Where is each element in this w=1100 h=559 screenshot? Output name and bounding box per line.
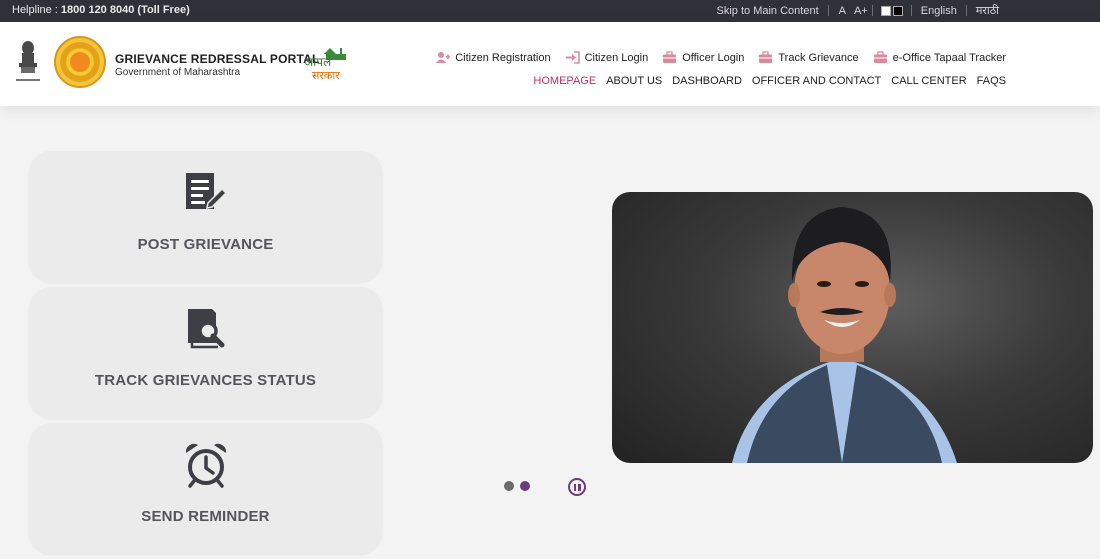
svg-text:सरकार: सरकार — [312, 69, 340, 82]
nav-faqs[interactable]: FAQS — [977, 75, 1006, 87]
citizen-login-label: Citizen Login — [584, 51, 649, 64]
nav-officer-and-contact[interactable]: OFFICER AND CONTACT — [752, 75, 881, 87]
send-reminder-card[interactable]: SEND REMINDER — [29, 423, 382, 554]
track-grievance-label: Track Grievance — [778, 51, 859, 64]
citizen-registration-link[interactable]: Citizen Registration — [435, 51, 551, 64]
track-grievance-link[interactable]: Track Grievance — [758, 51, 859, 64]
citizen-login-link[interactable]: Citizen Login — [565, 51, 649, 64]
login-icon — [565, 51, 580, 64]
language-english-link[interactable]: English — [912, 5, 966, 17]
contrast-white-button[interactable] — [880, 5, 891, 16]
pause-bar — [578, 483, 581, 491]
officer-login-label: Officer Login — [682, 51, 745, 64]
alarm-clock-icon — [182, 441, 230, 489]
nav-call-center[interactable]: CALL CENTER — [891, 75, 966, 87]
main-navigation: HOMEPAGE ABOUT US DASHBOARD OFFICER AND … — [533, 75, 1006, 87]
font-size-increase-button[interactable]: A+ — [850, 5, 872, 17]
helpline: Helpline : 1800 120 8040 (Toll Free) — [12, 4, 190, 16]
top-utility-bar: Helpline : 1800 120 8040 (Toll Free) Ski… — [0, 0, 1100, 22]
briefcase-icon — [873, 51, 887, 63]
post-grievance-card[interactable]: POST GRIEVANCE — [29, 151, 382, 282]
track-grievances-status-label: TRACK GRIEVANCES STATUS — [94, 372, 317, 389]
post-grievance-label: POST GRIEVANCE — [137, 236, 274, 253]
slider-dot-2[interactable] — [520, 481, 530, 491]
document-edit-icon — [182, 169, 230, 217]
portal-subtitle: Government of Maharashtra — [115, 67, 241, 78]
officer-login-link[interactable]: Officer Login — [662, 51, 744, 64]
helpline-label: Helpline : — [12, 4, 58, 16]
contrast-toggle — [873, 5, 911, 16]
nav-dashboard[interactable]: DASHBOARD — [672, 75, 742, 87]
portrait-image — [732, 207, 957, 463]
quick-links: Citizen Registration Citizen Login Offic… — [435, 51, 1006, 64]
briefcase-icon — [663, 51, 677, 63]
utility-links: Skip to Main Content A A+ English मराठी — [708, 3, 1008, 18]
nav-about-us[interactable]: ABOUT US — [606, 75, 662, 87]
citizen-registration-label: Citizen Registration — [455, 51, 551, 64]
hero-slide-image — [612, 192, 1093, 463]
send-reminder-label: SEND REMINDER — [141, 508, 270, 525]
nav-homepage[interactable]: HOMEPAGE — [533, 75, 596, 87]
slider-dots — [504, 481, 530, 491]
maharashtra-seal-logo — [54, 36, 106, 88]
pause-bar — [573, 483, 576, 491]
document-search-icon — [182, 305, 230, 353]
e-office-tapaal-tracker-label: e-Office Tapaal Tracker — [892, 51, 1006, 64]
track-grievances-status-card[interactable]: TRACK GRIEVANCES STATUS — [29, 287, 382, 418]
font-size-normal-button[interactable]: A — [829, 5, 850, 17]
language-marathi-link[interactable]: मराठी — [967, 3, 1008, 18]
contrast-black-button[interactable] — [892, 5, 903, 16]
helpline-number: 1800 120 8040 (Toll Free) — [60, 4, 190, 16]
slider-pause-button[interactable] — [568, 478, 586, 496]
national-emblem-icon — [13, 39, 43, 85]
user-plus-icon — [436, 52, 451, 63]
svg-text:आपले: आपले — [304, 55, 332, 69]
skip-to-main-link[interactable]: Skip to Main Content — [708, 5, 828, 17]
portal-title[interactable]: GRIEVANCE REDRESSAL PORTAL — [115, 52, 320, 66]
e-office-tapaal-tracker-link[interactable]: e-Office Tapaal Tracker — [873, 51, 1006, 64]
aple-sarkar-logo: आपले सरकार — [302, 44, 362, 84]
site-header: GRIEVANCE REDRESSAL PORTAL Government of… — [0, 22, 1100, 106]
briefcase-icon — [759, 51, 773, 63]
slider-dot-1[interactable] — [504, 481, 514, 491]
